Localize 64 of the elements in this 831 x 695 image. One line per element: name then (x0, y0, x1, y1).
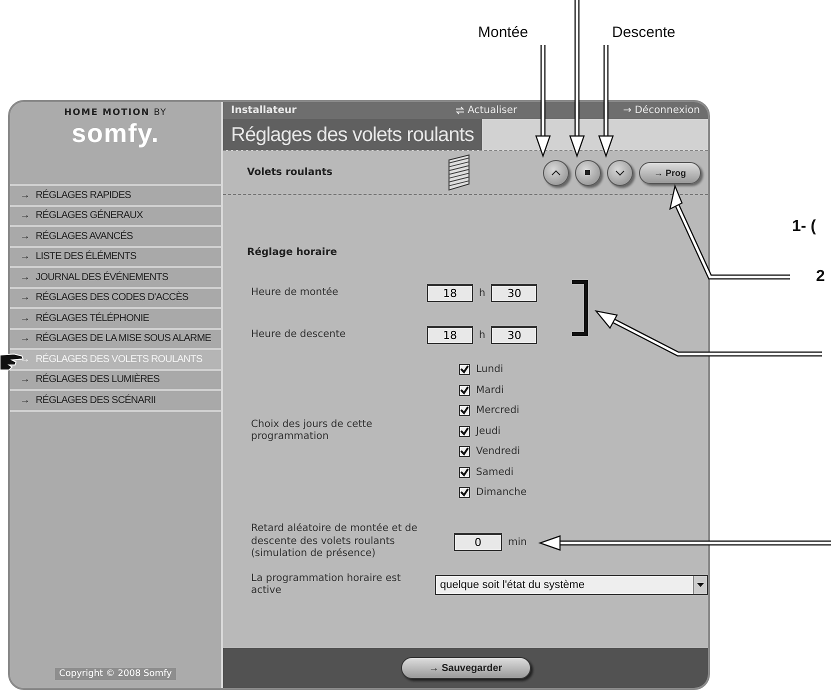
logout-link[interactable]: → Déconnexion (623, 105, 700, 116)
sidebar-item[interactable]: → RÉGLAGES TÉLÉPHONIE (10, 309, 221, 330)
day-label: Dimanche (476, 487, 527, 498)
day-label: Vendredi (476, 446, 520, 457)
sidebar-item[interactable]: → RÉGLAGES DES SCÉNARII (10, 391, 221, 412)
chevron-down-icon (615, 170, 625, 176)
page-title: Réglages des volets roulants (223, 119, 482, 150)
day-label: Lundi (476, 364, 504, 375)
brand-logo: somfy. (72, 118, 160, 149)
day-checkbox[interactable] (459, 405, 470, 416)
sidebar-item[interactable]: → LISTE DES ÉLÉMENTS (10, 248, 221, 268)
section-heading: Réglage horaire (247, 247, 338, 258)
unit-label: min (508, 536, 527, 548)
sidebar-item[interactable]: → RÉGLAGES GÉNERAUX (10, 206, 221, 227)
field-label: Retard aléatoire de montée et de descente des volets roulants (simulation de présence) (250, 523, 418, 561)
pointing-hand-icon (0, 354, 24, 370)
up-button[interactable] (543, 160, 569, 186)
day-checkbox[interactable] (459, 384, 470, 396)
sidebar-item[interactable]: → JOURNAL DES ÉVÉNEMENTS (10, 268, 221, 288)
hours-field[interactable]: 18 (427, 326, 473, 344)
refresh-icon (454, 106, 465, 115)
user-role: Installateur (231, 105, 298, 116)
day-checkbox[interactable] (459, 446, 470, 457)
device-name: Volets roulants (247, 167, 334, 178)
mode-select[interactable]: quelque soit l'état du système (435, 575, 708, 595)
sidebar-item[interactable]: → RÉGLAGES RAPIDES (10, 186, 221, 206)
field-label: La programmation horaire est active (250, 572, 402, 598)
callout-label: Montée (478, 24, 528, 41)
shutter-icon (447, 154, 471, 192)
day-label: Samedi (476, 466, 514, 478)
stop-button[interactable] (575, 160, 601, 186)
sidebar-item[interactable]: → RÉGLAGES AVANCÉS (10, 227, 221, 248)
stop-icon (585, 170, 591, 176)
save-button[interactable]: → Sauvegarder (400, 657, 530, 679)
callout-label: Descente (612, 24, 676, 41)
down-button[interactable] (607, 160, 633, 186)
day-checkbox[interactable] (459, 364, 470, 375)
copyright-text: Copyright © 2008 Somfy (55, 668, 176, 680)
sidebar-item[interactable]: → RÉGLAGES DES LUMIÈRES (10, 370, 221, 391)
chevron-up-icon (551, 170, 561, 176)
sidebar-item[interactable]: → RÉGLAGES DE LA MISE SOUS ALARME (10, 330, 221, 350)
field-label: Heure de montée (250, 286, 340, 300)
field-label: Choix des jours de cette programmation (250, 418, 374, 444)
field-label: Heure de descente (250, 328, 347, 342)
callout-label: 2 (816, 268, 825, 286)
brand-tagline: HOME MOTION BY (64, 108, 167, 118)
day-label: Mardi (476, 384, 504, 396)
sidebar-item[interactable]: → RÉGLAGES DES CODES D'ACCÈS (10, 288, 221, 309)
minutes-field[interactable]: 30 (491, 284, 538, 302)
unit-label: h (479, 330, 486, 340)
delay-field[interactable]: 0 (454, 533, 502, 551)
day-checkbox[interactable] (459, 466, 470, 478)
unit-label: h (479, 288, 486, 298)
dropdown-icon (693, 576, 707, 594)
callout-label: 1- ( (792, 218, 816, 236)
minutes-field[interactable]: 30 (491, 326, 538, 344)
day-checkbox[interactable] (459, 426, 470, 436)
day-checkbox[interactable] (459, 487, 470, 498)
hours-field[interactable]: 18 (427, 284, 473, 302)
prog-button[interactable]: → Prog (639, 162, 702, 184)
day-label: Mercredi (476, 405, 520, 416)
bracket-drawing (572, 280, 588, 336)
day-label: Jeudi (476, 426, 501, 436)
refresh-link[interactable]: Actualiser (454, 105, 518, 116)
